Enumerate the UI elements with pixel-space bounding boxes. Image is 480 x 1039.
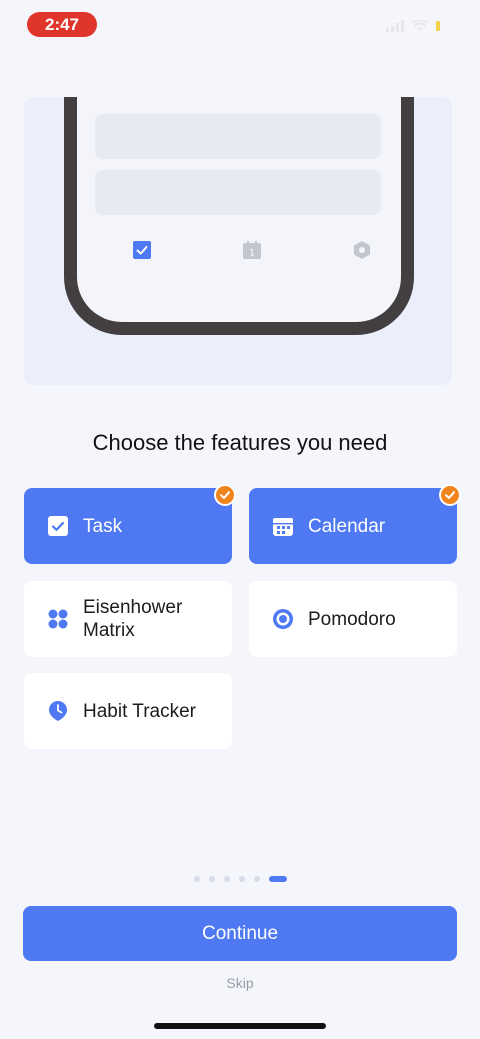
habit-icon xyxy=(49,701,67,721)
feature-label: Calendar xyxy=(308,515,386,537)
feature-card-task[interactable]: Task xyxy=(24,484,236,564)
check-icon xyxy=(220,491,230,499)
home-indicator xyxy=(154,1023,326,1029)
feature-label: Pomodoro xyxy=(308,608,396,630)
page-dot-active xyxy=(268,876,287,882)
status-icons xyxy=(386,20,440,32)
page-dot xyxy=(223,876,230,882)
settings-icon xyxy=(354,241,370,259)
status-time: 2:47 xyxy=(27,12,97,37)
feature-label: Habit Tracker xyxy=(83,700,196,722)
page-dot xyxy=(238,876,245,882)
feature-card-eisenhower-matrix[interactable]: Eisenhower Matrix xyxy=(24,581,232,657)
battery-icon xyxy=(436,21,440,31)
page-indicator xyxy=(0,876,480,882)
page-title: Choose the features you need xyxy=(92,430,388,455)
skip-link[interactable]: Skip xyxy=(0,975,480,991)
pomodoro-icon xyxy=(273,609,293,629)
placeholder-row xyxy=(95,170,381,215)
placeholder-row xyxy=(95,114,381,159)
page-dot xyxy=(208,876,215,882)
feature-label: Task xyxy=(83,515,123,537)
feature-card-calendar[interactable]: Calendar xyxy=(249,484,461,564)
feature-label: Eisenhower Matrix xyxy=(83,597,183,641)
feature-card-pomodoro[interactable]: Pomodoro xyxy=(249,581,457,657)
status-bar: 2:47 xyxy=(0,0,480,50)
calendar-icon: 1 xyxy=(243,241,261,259)
page-dot xyxy=(193,876,200,882)
calendar-icon xyxy=(273,518,293,536)
page-dot xyxy=(253,876,260,882)
phone-mockup: 1 xyxy=(64,97,414,335)
selected-check-badge xyxy=(214,484,236,506)
matrix-icon xyxy=(48,609,68,629)
feature-card-habit-tracker[interactable]: Habit Tracker xyxy=(24,673,232,749)
selected-check-badge xyxy=(439,484,461,506)
wifi-icon xyxy=(412,20,428,31)
signal-icon xyxy=(386,20,404,32)
checkbox-icon xyxy=(48,516,68,536)
check-icon xyxy=(445,491,455,499)
svg-text:1: 1 xyxy=(249,249,255,259)
checkbox-icon xyxy=(133,241,151,259)
feature-illustration: 1 xyxy=(24,97,452,385)
continue-button[interactable]: Continue xyxy=(23,906,457,961)
